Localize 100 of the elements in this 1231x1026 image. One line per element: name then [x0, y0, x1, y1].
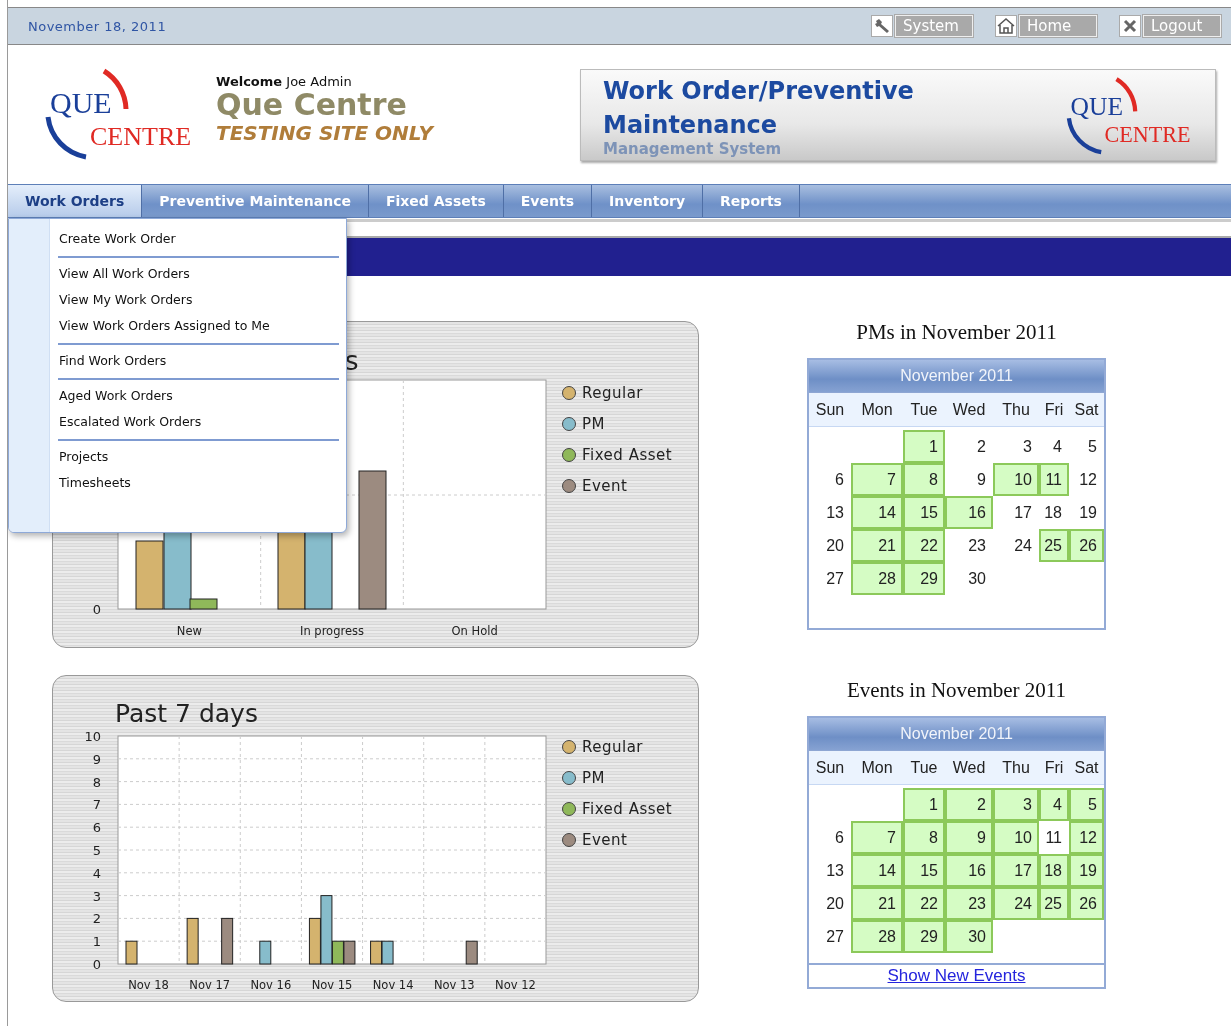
axis-tick-label: 6 — [92, 820, 101, 836]
legend-label: Regular — [582, 384, 644, 402]
calendar-day[interactable]: 11 — [1039, 821, 1069, 854]
calendar-day[interactable]: 12 — [1069, 463, 1104, 496]
show-events-link[interactable]: Show New Events — [887, 966, 1026, 986]
welcome-text: Welcome Joe Admin — [216, 74, 353, 89]
menu-item[interactable]: Escalated Work Orders — [58, 409, 339, 435]
home-icon — [997, 18, 1015, 34]
calendar-day[interactable]: 9 — [945, 821, 993, 854]
wrench-icon — [874, 18, 890, 34]
calendar-day[interactable]: 9 — [945, 463, 993, 496]
calendar-day[interactable]: 22 — [903, 887, 945, 920]
menu-item[interactable]: Find Work Orders — [58, 348, 339, 374]
calendar-day[interactable]: 20 — [809, 887, 851, 920]
axis-tick-label: 8 — [92, 774, 101, 790]
calendar-day[interactable]: 20 — [809, 529, 851, 562]
calendar-day[interactable]: 24 — [993, 529, 1039, 562]
calendar-day[interactable]: 13 — [809, 854, 851, 887]
calendar-day[interactable]: 27 — [809, 562, 851, 595]
calendar-day[interactable]: 7 — [851, 821, 903, 854]
calendar-day[interactable]: 5 — [1069, 430, 1104, 463]
weekday-label: Tue — [909, 400, 939, 419]
calendar-day[interactable]: 15 — [903, 496, 945, 529]
calendar-day[interactable]: 16 — [945, 854, 993, 887]
axis-tick-label: 7 — [92, 797, 101, 813]
axis-tick-label: 10 — [84, 729, 101, 744]
calendar-day[interactable]: 29 — [903, 920, 945, 953]
calendar-day[interactable]: 3 — [993, 430, 1039, 463]
axis-label: In progress — [300, 624, 364, 638]
weekday-label: Fri — [1043, 758, 1065, 777]
axis-tick-label: 0 — [92, 602, 101, 617]
calendar-day[interactable]: 14 — [851, 496, 903, 529]
calendar-day[interactable]: 29 — [903, 562, 945, 595]
menu-item[interactable]: Timesheets — [58, 470, 339, 496]
calendar-day[interactable]: 24 — [993, 887, 1039, 920]
calendar-day[interactable]: 6 — [809, 463, 851, 496]
calendar-day[interactable]: 16 — [945, 496, 993, 529]
banner-title: Work Order/Preventive Maintenance — [603, 75, 915, 141]
calendar-day[interactable]: 21 — [851, 887, 903, 920]
axis-label: Nov 12 — [495, 978, 536, 992]
calendar-day[interactable]: 25 — [1039, 529, 1069, 562]
calendar-day[interactable]: 30 — [945, 920, 993, 953]
calendar-day[interactable]: 7 — [851, 463, 903, 496]
calendar-day[interactable]: 1 — [903, 430, 945, 463]
axis-tick-label: 3 — [92, 888, 101, 904]
calendar-day[interactable]: 27 — [809, 920, 851, 953]
chart-bar — [343, 940, 356, 965]
calendar-day[interactable]: 4 — [1039, 430, 1069, 463]
calendar-day[interactable]: 21 — [851, 529, 903, 562]
weekday-label: Mon — [860, 758, 894, 777]
calendar-day[interactable]: 28 — [851, 562, 903, 595]
calendar-day[interactable]: 13 — [809, 496, 851, 529]
legend-label: Fixed Asset — [582, 446, 673, 464]
calendar-day[interactable]: 18 — [1039, 854, 1069, 887]
calendar-day[interactable]: 23 — [945, 529, 993, 562]
calendar-day[interactable]: 19 — [1069, 496, 1104, 529]
menu-item[interactable]: Create Work Order — [58, 226, 339, 252]
menu-item[interactable]: View Work Orders Assigned to Me — [58, 313, 339, 339]
calendar-day[interactable]: 26 — [1069, 887, 1104, 920]
calendar-day[interactable]: 2 — [945, 430, 993, 463]
menu-item[interactable]: View My Work Orders — [58, 287, 339, 313]
calendar-day[interactable]: 8 — [903, 821, 945, 854]
calendar-heading: PMs in November 2011 — [855, 320, 1058, 345]
chart-bar — [370, 940, 383, 965]
calendar-day[interactable]: 17 — [993, 854, 1039, 887]
calendar-day[interactable]: 4 — [1039, 788, 1069, 821]
calendar-day[interactable]: 11 — [1039, 463, 1069, 496]
menu-item[interactable]: View All Work Orders — [58, 261, 339, 287]
calendar-day[interactable]: 17 — [993, 496, 1039, 529]
weekday-label: Sun — [814, 400, 846, 419]
calendar-day[interactable]: 23 — [945, 887, 993, 920]
calendar-day[interactable]: 18 — [1039, 496, 1069, 529]
calendar-day[interactable]: 5 — [1069, 788, 1104, 821]
calendar-day[interactable]: 10 — [993, 463, 1039, 496]
calendar-day[interactable]: 19 — [1069, 854, 1104, 887]
calendar-day[interactable]: 1 — [903, 788, 945, 821]
axis-tick-label: 5 — [92, 843, 101, 858]
axis-label: Nov 15 — [311, 978, 353, 992]
axis-tick-label: 2 — [92, 911, 101, 927]
logo-arc — [45, 116, 87, 159]
calendar-day[interactable]: 22 — [903, 529, 945, 562]
calendar-day[interactable]: 3 — [993, 788, 1039, 821]
nav-tab[interactable]: Work Orders — [8, 185, 143, 217]
calendar-day[interactable]: 8 — [903, 463, 945, 496]
axis-label: Nov 13 — [433, 978, 475, 992]
menu-item[interactable]: Projects — [58, 444, 339, 470]
calendar-day[interactable]: 15 — [903, 854, 945, 887]
calendar-day[interactable]: 14 — [851, 854, 903, 887]
calendar-day[interactable]: 25 — [1039, 887, 1069, 920]
calendar-day[interactable]: 26 — [1069, 529, 1104, 562]
calendar-day[interactable]: 30 — [945, 562, 993, 595]
calendar-day[interactable]: 6 — [809, 821, 851, 854]
calendar-day[interactable]: 2 — [945, 788, 993, 821]
site-name: Que Centre — [216, 89, 408, 121]
close-icon — [1123, 19, 1137, 33]
calendar-day[interactable]: 28 — [851, 920, 903, 953]
calendar-day[interactable]: 10 — [993, 821, 1039, 854]
menu-item[interactable]: Aged Work Orders — [58, 383, 339, 409]
weekday-label: Thu — [1001, 758, 1031, 777]
calendar-day[interactable]: 12 — [1069, 821, 1104, 854]
